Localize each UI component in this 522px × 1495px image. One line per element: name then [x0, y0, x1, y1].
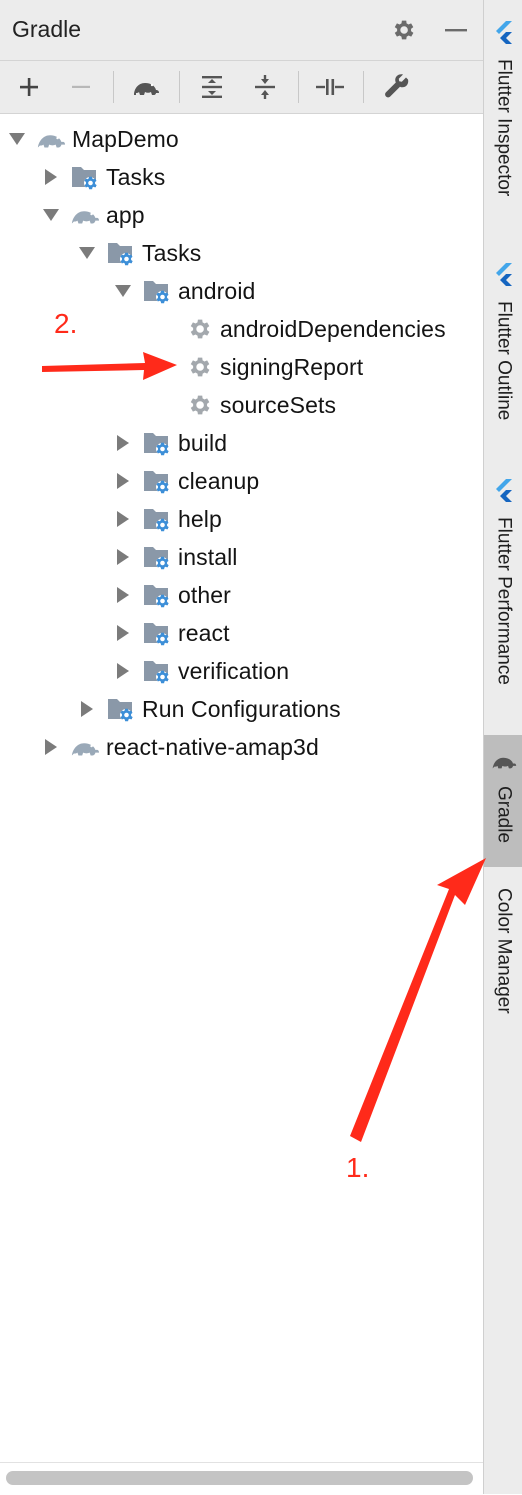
annotation-arrows	[42, 352, 486, 1142]
annotation-step2-label: 2.	[54, 308, 78, 339]
annotation-arrow-step2	[42, 352, 177, 380]
annotation-step1-label: 1.	[346, 1152, 370, 1183]
annotation-arrow-step1	[350, 858, 486, 1142]
